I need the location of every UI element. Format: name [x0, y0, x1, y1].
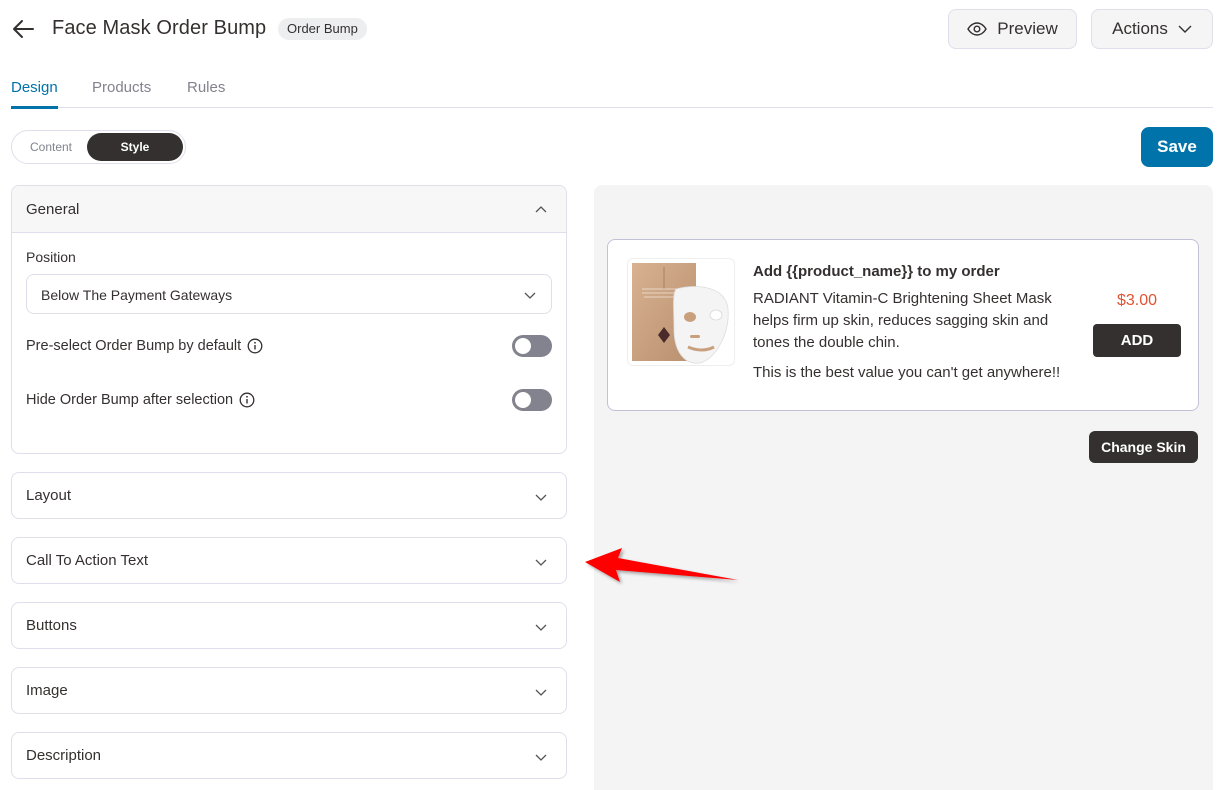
order-bump-preview: Add {{product_name}} to my order RADIANT… [607, 239, 1199, 411]
chevron-up-icon [535, 206, 547, 213]
section-buttons[interactable]: Buttons [11, 602, 567, 649]
chevron-down-icon [535, 624, 547, 631]
actions-dropdown[interactable]: Actions [1091, 9, 1213, 49]
tab-rules[interactable]: Rules [187, 79, 225, 106]
section-title: Description [26, 747, 102, 764]
preview-label: Preview [997, 19, 1058, 38]
preselect-toggle[interactable] [512, 335, 552, 357]
switch-content[interactable]: Content [16, 133, 86, 161]
type-badge: Order Bump [278, 18, 367, 40]
preselect-row: Pre-select Order Bump by default [26, 334, 552, 360]
product-image [627, 258, 735, 366]
chevron-down-icon [535, 754, 547, 761]
back-button[interactable] [11, 16, 37, 42]
section-title: Buttons [26, 617, 77, 634]
hide-after-selection-label: Hide Order Bump after selection [26, 392, 234, 408]
section-image[interactable]: Image [11, 667, 567, 714]
switch-style[interactable]: Style [87, 133, 183, 161]
chevron-down-icon [535, 494, 547, 501]
toggle-knob [515, 392, 531, 408]
chevron-down-icon [1178, 25, 1192, 33]
eye-icon [967, 22, 988, 36]
bump-description: RADIANT Vitamin-C Brightening Sheet Mask… [753, 290, 1052, 351]
add-button[interactable]: ADD [1093, 324, 1181, 357]
general-panel-header[interactable]: General [12, 186, 566, 233]
arrow-left-icon [13, 20, 34, 38]
position-label: Position [26, 249, 76, 265]
section-title: Image [26, 682, 68, 699]
page-header: Face Mask Order Bump Order Bump Preview … [0, 0, 1222, 60]
bump-title: Add {{product_name}} to my order [753, 263, 1000, 280]
page-title: Face Mask Order Bump [52, 17, 267, 39]
preselect-label: Pre-select Order Bump by default [26, 338, 242, 354]
content-style-switch: Content Style [11, 130, 186, 164]
chevron-down-icon [535, 559, 547, 566]
tab-products[interactable]: Products [92, 79, 151, 106]
face-mask-image [632, 263, 729, 364]
change-skin-button[interactable]: Change Skin [1089, 431, 1198, 463]
general-title: General [26, 201, 80, 218]
section-description[interactable]: Description [11, 732, 567, 779]
preview-canvas: Add {{product_name}} to my order RADIANT… [594, 185, 1213, 790]
section-title: Call To Action Text [26, 552, 149, 569]
bump-price: $3.00 [1117, 292, 1158, 309]
tab-design[interactable]: Design [11, 79, 58, 109]
chevron-down-icon [535, 689, 547, 696]
tab-bar: Design Products Rules [11, 72, 1213, 109]
chevron-down-icon [524, 292, 536, 299]
save-button[interactable]: Save [1141, 127, 1213, 167]
position-value: Below The Payment Gateways [41, 287, 233, 303]
preview-button[interactable]: Preview [948, 9, 1077, 49]
general-panel: General Position Below The Payment Gatew… [11, 185, 567, 454]
bump-extra-text: This is the best value you can't get any… [753, 364, 1061, 381]
info-icon[interactable] [239, 392, 255, 408]
position-select[interactable]: Below The Payment Gateways [26, 274, 552, 314]
section-layout[interactable]: Layout [11, 472, 567, 519]
actions-label: Actions [1112, 19, 1168, 38]
section-call-to-action-text[interactable]: Call To Action Text [11, 537, 567, 584]
toggle-knob [515, 338, 531, 354]
hide-after-selection-row: Hide Order Bump after selection [26, 388, 552, 414]
hide-after-selection-toggle[interactable] [512, 389, 552, 411]
info-icon[interactable] [247, 338, 263, 354]
section-title: Layout [26, 487, 72, 504]
